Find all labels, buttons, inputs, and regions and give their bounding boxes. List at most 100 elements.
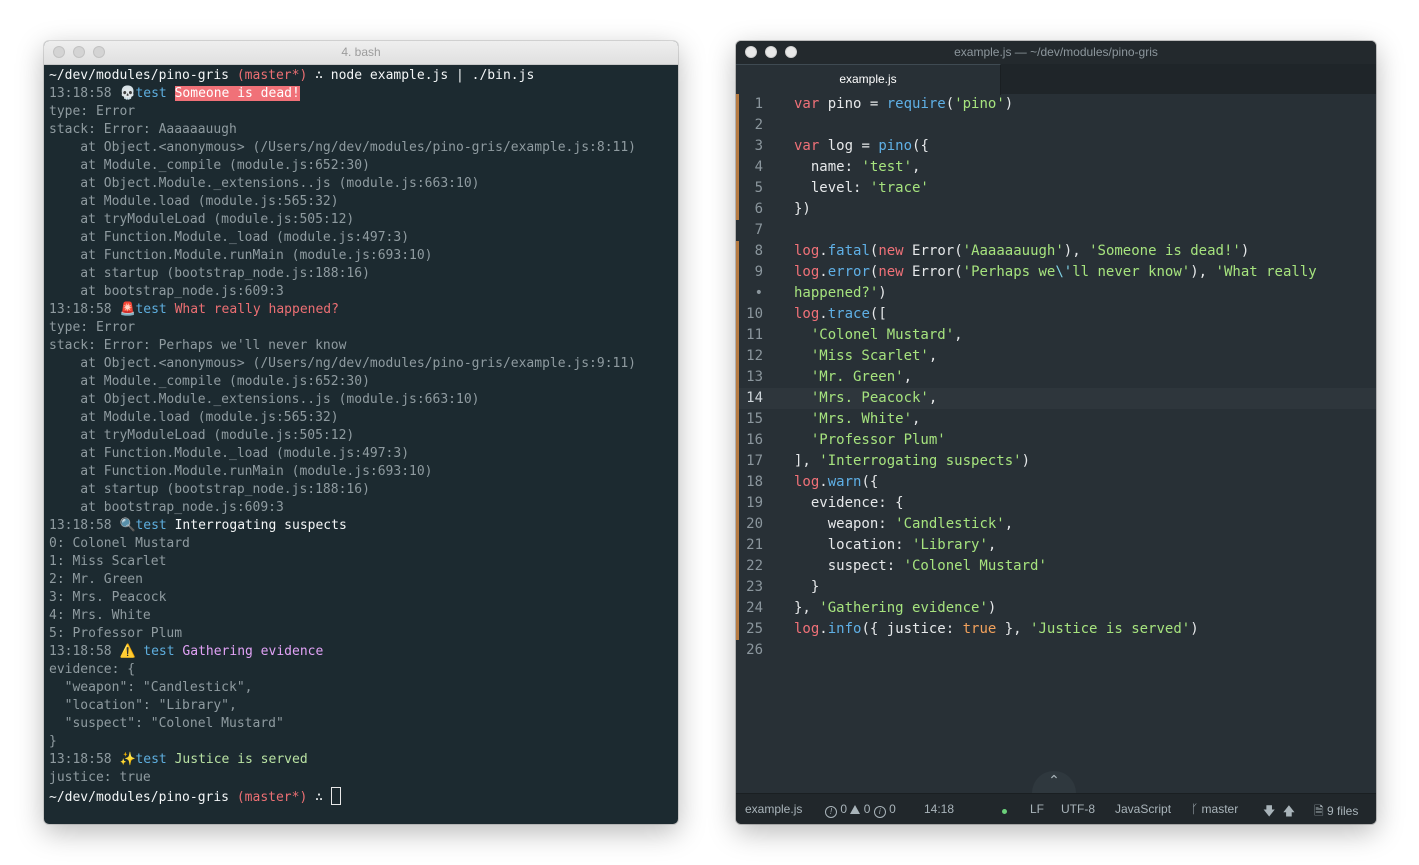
gutter[interactable]: 7 bbox=[736, 220, 796, 241]
code-line[interactable]: 26 bbox=[736, 640, 1376, 661]
line-ending-selector[interactable]: LF bbox=[1030, 802, 1044, 816]
encoding-selector[interactable]: UTF-8 bbox=[1061, 802, 1095, 816]
code-line[interactable]: 14 'Mrs. Peacock', bbox=[736, 388, 1376, 409]
code-line[interactable]: 19 evidence: { bbox=[736, 493, 1376, 514]
terminal-output[interactable]: ~/dev/modules/pino-gris (master*) ∴ node… bbox=[44, 65, 678, 807]
gutter[interactable]: 18 bbox=[736, 472, 796, 493]
code-token: error bbox=[827, 264, 870, 280]
gutter[interactable]: 14 bbox=[736, 388, 796, 409]
tab-example-js[interactable]: example.js bbox=[736, 64, 1001, 95]
terminal-line: 4: Mrs. White bbox=[49, 607, 673, 625]
terminal-line: } bbox=[49, 733, 673, 751]
line-number: 11 bbox=[746, 327, 763, 343]
code-text: 'Mrs. Peacock', bbox=[794, 388, 937, 409]
code-line[interactable]: 9 log.error(new Error('Perhaps we\'ll nev… bbox=[736, 262, 1376, 283]
terminal-text: at Function.Module.runMain (module.js:69… bbox=[49, 464, 433, 479]
gutter[interactable]: 1 bbox=[736, 94, 796, 115]
code-token: 'Library' bbox=[912, 537, 988, 553]
editor-window[interactable]: example.js — ~/dev/modules/pino-gris exa… bbox=[736, 41, 1376, 824]
line-number: 9 bbox=[754, 264, 763, 280]
status-file-name[interactable]: example.js bbox=[745, 802, 802, 816]
git-branch[interactable]: ᚴ master bbox=[1191, 802, 1238, 816]
gutter[interactable]: 4 bbox=[736, 157, 796, 178]
code-line[interactable]: 4 name: 'test', bbox=[736, 157, 1376, 178]
gutter[interactable]: 13 bbox=[736, 367, 796, 388]
terminal-text: (master*) bbox=[236, 790, 308, 805]
code-line[interactable]: 12 'Miss Scarlet', bbox=[736, 346, 1376, 367]
diagnostics-summary[interactable]: ! 0 0 i 0 bbox=[825, 802, 896, 818]
cursor-position[interactable]: 14:18 bbox=[924, 802, 954, 816]
gutter[interactable]: 24 bbox=[736, 598, 796, 619]
fetch-arrows[interactable]: 🡇 🡅 bbox=[1263, 802, 1295, 823]
log-level-emoji-icon: ✨ bbox=[119, 752, 136, 767]
code-token: ), bbox=[1063, 243, 1090, 259]
code-token: . bbox=[819, 621, 828, 637]
gutter[interactable]: 16 bbox=[736, 430, 796, 451]
code-text: } bbox=[794, 577, 819, 598]
terminal-line: at startup (bootstrap_node.js:188:16) bbox=[49, 265, 673, 283]
terminal-text: 13:18:58 bbox=[49, 518, 120, 533]
code-token: , bbox=[912, 411, 921, 427]
gutter[interactable]: 10 bbox=[736, 304, 796, 325]
gutter[interactable]: 25 bbox=[736, 619, 796, 640]
code-line[interactable]: • happened?') bbox=[736, 283, 1376, 304]
gutter[interactable]: 9 bbox=[736, 262, 796, 283]
code-token: 'Aaaaaauugh' bbox=[962, 243, 1064, 259]
gutter[interactable]: 23 bbox=[736, 577, 796, 598]
gutter[interactable]: 11 bbox=[736, 325, 796, 346]
code-line[interactable]: 7 bbox=[736, 220, 1376, 241]
grammar-selector[interactable]: JavaScript bbox=[1115, 802, 1171, 816]
code-line[interactable]: 13 'Mr. Green', bbox=[736, 367, 1376, 388]
gutter[interactable]: 2 bbox=[736, 115, 796, 136]
code-line[interactable]: 1 var pino = require('pino') bbox=[736, 94, 1376, 115]
gutter[interactable]: 8 bbox=[736, 241, 796, 262]
gutter[interactable]: 26 bbox=[736, 640, 796, 661]
code-line[interactable]: 6}) bbox=[736, 199, 1376, 220]
github-files[interactable]: 🗎 9 files bbox=[1314, 802, 1358, 823]
code-line[interactable]: 17], 'Interrogating suspects') bbox=[736, 451, 1376, 472]
code-line[interactable]: 2 bbox=[736, 115, 1376, 136]
code-line[interactable]: 5 level: 'trace' bbox=[736, 178, 1376, 199]
code-line[interactable]: 16 'Professor Plum' bbox=[736, 430, 1376, 451]
gutter[interactable]: 3 bbox=[736, 136, 796, 157]
code-line[interactable]: 20 weapon: 'Candlestick', bbox=[736, 514, 1376, 535]
line-number: 1 bbox=[754, 96, 763, 112]
terminal-text: at Object.Module._extensions..js (module… bbox=[49, 392, 480, 407]
code-line[interactable]: 21 location: 'Library', bbox=[736, 535, 1376, 556]
code-line[interactable]: 3 var log = pino({ bbox=[736, 136, 1376, 157]
code-text: log.fatal(new Error('Aaaaaauugh'), 'Some… bbox=[794, 241, 1249, 262]
code-line[interactable]: 22 suspect: 'Colonel Mustard' bbox=[736, 556, 1376, 577]
code-line[interactable]: 24}, 'Gathering evidence') bbox=[736, 598, 1376, 619]
terminal-line: 3: Mrs. Peacock bbox=[49, 589, 673, 607]
terminal-text: What really happened? bbox=[166, 302, 339, 317]
gutter[interactable]: 5 bbox=[736, 178, 796, 199]
code-line[interactable]: 8 log.fatal(new Error('Aaaaaauugh'), 'Som… bbox=[736, 241, 1376, 262]
code-line[interactable]: 15 'Mrs. White', bbox=[736, 409, 1376, 430]
code-line[interactable]: 25 log.info({ justice: true }, 'Justice i… bbox=[736, 619, 1376, 640]
gutter[interactable]: 17 bbox=[736, 451, 796, 472]
toggle-dock-button[interactable]: ⌃ bbox=[1032, 771, 1076, 795]
gutter[interactable]: 19 bbox=[736, 493, 796, 514]
code-line[interactable]: 23 } bbox=[736, 577, 1376, 598]
code-text: name: 'test', bbox=[794, 157, 921, 178]
terminal-line: at Module.load (module.js:565:32) bbox=[49, 193, 673, 211]
gutter[interactable]: 6 bbox=[736, 199, 796, 220]
line-number: 5 bbox=[754, 180, 763, 196]
gutter[interactable]: 21 bbox=[736, 535, 796, 556]
gutter[interactable]: • bbox=[736, 283, 796, 304]
code-token: }, bbox=[794, 600, 820, 616]
code-line[interactable]: 18 log.warn({ bbox=[736, 472, 1376, 493]
code-token: ({ bbox=[861, 474, 879, 490]
terminal-text: (master*) bbox=[236, 68, 308, 83]
code-line[interactable]: 10 log.trace([ bbox=[736, 304, 1376, 325]
gutter[interactable]: 22 bbox=[736, 556, 796, 577]
terminal-window[interactable]: 4. bash ~/dev/modules/pino-gris (master*… bbox=[44, 41, 678, 824]
gutter[interactable]: 15 bbox=[736, 409, 796, 430]
gutter[interactable]: 12 bbox=[736, 346, 796, 367]
code-editor[interactable]: 1 var pino = require('pino') 2 3 var log = p… bbox=[736, 94, 1376, 661]
gutter[interactable]: 20 bbox=[736, 514, 796, 535]
code-line[interactable]: 11 'Colonel Mustard', bbox=[736, 325, 1376, 346]
code-token: var bbox=[794, 138, 820, 154]
